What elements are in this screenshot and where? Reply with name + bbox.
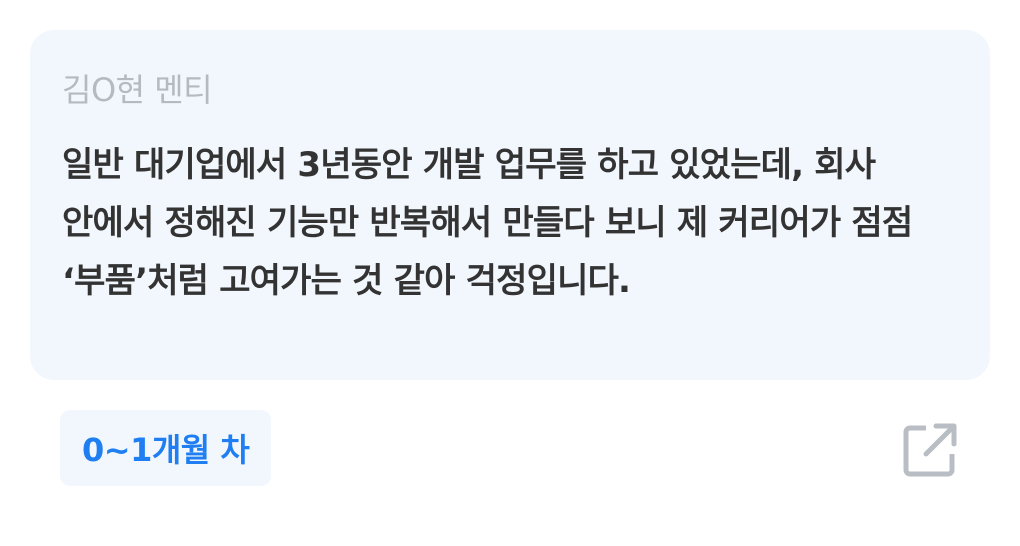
mentee-name: 김O현 멘티 — [62, 71, 213, 109]
question-text[interactable]: 일반 대기업에서 3년동안 개발 업무를 하고 있었는데, 회사 안에서 정해진… — [62, 136, 958, 310]
open-link-button[interactable] — [900, 420, 960, 480]
career-period-badge: 0~1개월 차 — [60, 410, 272, 486]
external-link-icon — [903, 423, 957, 477]
question-card[interactable]: 김O현 멘티 일반 대기업에서 3년동안 개발 업무를 하고 있었는데, 회사 … — [30, 30, 990, 380]
card-footer: 0~1개월 차 — [60, 410, 960, 486]
